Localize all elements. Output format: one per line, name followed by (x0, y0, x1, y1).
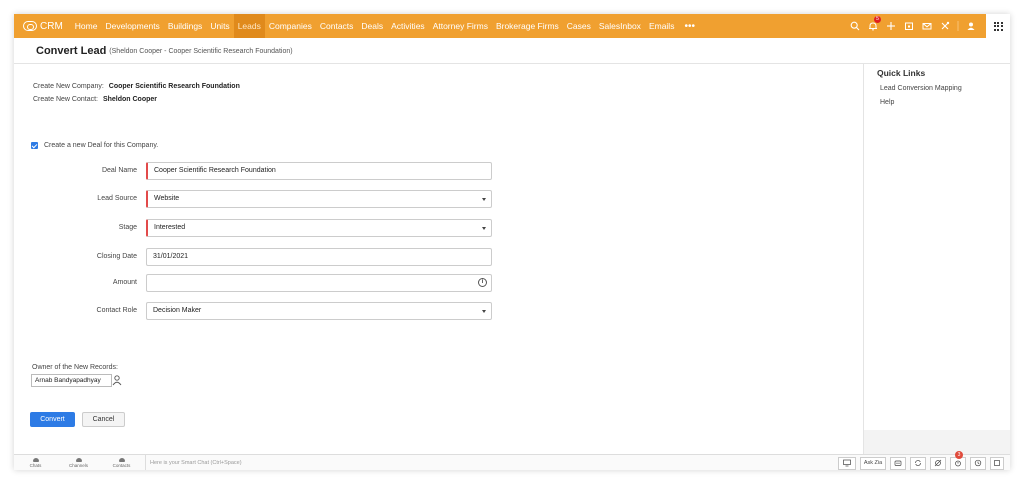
footer-channels[interactable]: Channels (57, 457, 100, 468)
reminder-alarm-icon[interactable]: 3 (950, 450, 966, 470)
create-deal-checkbox[interactable] (31, 142, 38, 149)
lead-source-select[interactable]: Website (146, 190, 492, 208)
notification-count-badge: 5 (874, 16, 881, 23)
nav-item-attorney-firms[interactable]: Attorney Firms (429, 14, 492, 38)
footer-channels-label: Channels (68, 462, 88, 468)
top-right-toolbar: 5 (846, 14, 1010, 38)
page-title: Convert Lead (36, 44, 107, 57)
nav-item-activities[interactable]: Activities (387, 14, 429, 38)
lead-source-dropdown-arrow-icon (482, 198, 486, 201)
add-icon[interactable] (882, 14, 900, 38)
stage-label: Stage (118, 224, 137, 231)
nav-item-salesinbox[interactable]: SalesInbox (595, 14, 645, 38)
nav-item-units[interactable]: Units (206, 14, 233, 38)
contacts-icon (118, 457, 125, 462)
new-company-label: Create New Company: (33, 83, 104, 90)
no-notification-icon[interactable] (930, 456, 946, 470)
convert-lead-form: Create New Company: Cooper Scientific Re… (14, 64, 863, 454)
owner-label: Owner of the New Records: (32, 364, 118, 371)
create-deal-option[interactable]: Create a new Deal for this Company. (31, 142, 158, 149)
reminder-count-badge: 3 (955, 450, 963, 459)
nav-items: Home Developments Buildings Units Leads Compa… (71, 14, 679, 38)
nav-item-companies[interactable]: Companies (265, 14, 316, 38)
footer-contacts[interactable]: Contacts (100, 457, 143, 468)
user-avatar-icon[interactable] (962, 14, 980, 38)
quick-links-panel: Quick Links Lead Conversion Mapping Help (863, 64, 1010, 454)
history-icon[interactable] (970, 456, 986, 470)
nav-item-developments[interactable]: Developments (101, 14, 163, 38)
quick-link-lead-conversion-mapping[interactable]: Lead Conversion Mapping (880, 85, 962, 92)
page-header: Convert Lead (Sheldon Cooper - Cooper Sc… (14, 38, 1010, 64)
new-contact-info: Create New Contact: Sheldon Cooper (33, 96, 157, 103)
deal-name-input[interactable]: Cooper Scientific Research Foundation (146, 162, 492, 180)
stage-value: Interested (154, 224, 186, 231)
nav-item-home[interactable]: Home (71, 14, 102, 38)
footer-right-tools: Ask Zia 3 (834, 450, 1004, 470)
lead-source-value: Website (154, 195, 180, 202)
quick-link-help[interactable]: Help (880, 99, 894, 106)
nav-item-buildings[interactable]: Buildings (164, 14, 207, 38)
search-icon[interactable] (846, 14, 864, 38)
screen-share-icon[interactable] (838, 456, 856, 470)
contact-role-select[interactable]: Decision Maker (146, 302, 492, 320)
new-company-value: Cooper Scientific Research Foundation (108, 83, 240, 90)
owner-input[interactable]: Arnab Bandyapadhyay (31, 374, 112, 387)
footer-chats[interactable]: Chats (14, 457, 57, 468)
crm-brand[interactable]: CRM (23, 21, 63, 32)
ask-zia-button[interactable]: Ask Zia (860, 456, 886, 470)
quick-links-title: Quick Links (877, 68, 926, 78)
brand-label: CRM (40, 20, 63, 32)
apps-grid-icon (993, 21, 1003, 31)
stage-select[interactable]: Interested (146, 219, 492, 237)
footer-bar: Chats Channels Contacts Here is your Sma… (14, 450, 1010, 470)
sync-icon[interactable] (910, 456, 926, 470)
contact-role-dropdown-arrow-icon (482, 310, 486, 313)
amount-input[interactable]: i (146, 274, 492, 292)
apps-grid-button[interactable] (986, 14, 1010, 38)
closing-date-input[interactable]: 31/01/2021 (146, 248, 492, 266)
page-subtitle: (Sheldon Cooper - Cooper Scientific Rese… (109, 48, 293, 55)
footer-contacts-label: Contacts (112, 462, 131, 468)
nav-item-deals[interactable]: Deals (357, 14, 387, 38)
mail-icon[interactable] (918, 14, 936, 38)
new-contact-value: Sheldon Cooper (102, 96, 157, 103)
new-contact-label: Create New Contact: (33, 96, 98, 103)
create-deal-label: Create a new Deal for this Company. (44, 142, 159, 149)
note-icon[interactable] (990, 456, 1004, 470)
deal-name-label: Deal Name (101, 167, 137, 174)
nav-item-cases[interactable]: Cases (563, 14, 595, 38)
channels-icon (75, 457, 82, 462)
contact-role-value: Decision Maker (153, 307, 202, 314)
calendar-icon[interactable] (900, 14, 918, 38)
nav-item-brokerage-firms[interactable]: Brokerage Firms (492, 14, 563, 38)
notifications-bell-icon[interactable]: 5 (864, 14, 882, 38)
closing-date-label: Closing Date (96, 253, 137, 260)
nav-item-emails[interactable]: Emails (645, 14, 679, 38)
cancel-button[interactable]: Cancel (82, 412, 125, 427)
convert-button[interactable]: Convert (30, 412, 75, 427)
tools-icon[interactable] (936, 14, 954, 38)
crm-window: CRM Home Developments Buildings Units Leads C… (14, 14, 1010, 470)
lead-source-label: Lead Source (97, 195, 137, 202)
stage-dropdown-arrow-icon (482, 227, 486, 230)
owner-lookup-user-icon[interactable] (112, 374, 122, 386)
zia-bot-icon[interactable] (890, 456, 906, 470)
smart-chat-input[interactable]: Here is your Smart Chat (Ctrl+Space) (145, 454, 242, 470)
more-modules-icon[interactable]: ••• (678, 21, 701, 32)
nav-item-leads[interactable]: Leads (233, 14, 265, 38)
amount-label: Amount (112, 279, 137, 286)
side-panel-bottom-strip (864, 430, 1010, 454)
chats-icon (32, 457, 39, 462)
footer-chats-label: Chats (29, 462, 42, 468)
nav-item-contacts[interactable]: Contacts (316, 14, 358, 38)
new-company-info: Create New Company: Cooper Scientific Re… (33, 83, 240, 90)
contact-role-label: Contact Role (96, 307, 137, 314)
crm-logo-icon (23, 21, 37, 31)
amount-info-icon[interactable]: i (478, 278, 487, 287)
toolbar-divider (954, 14, 962, 38)
top-navigation-bar: CRM Home Developments Buildings Units Leads C… (14, 14, 1010, 38)
